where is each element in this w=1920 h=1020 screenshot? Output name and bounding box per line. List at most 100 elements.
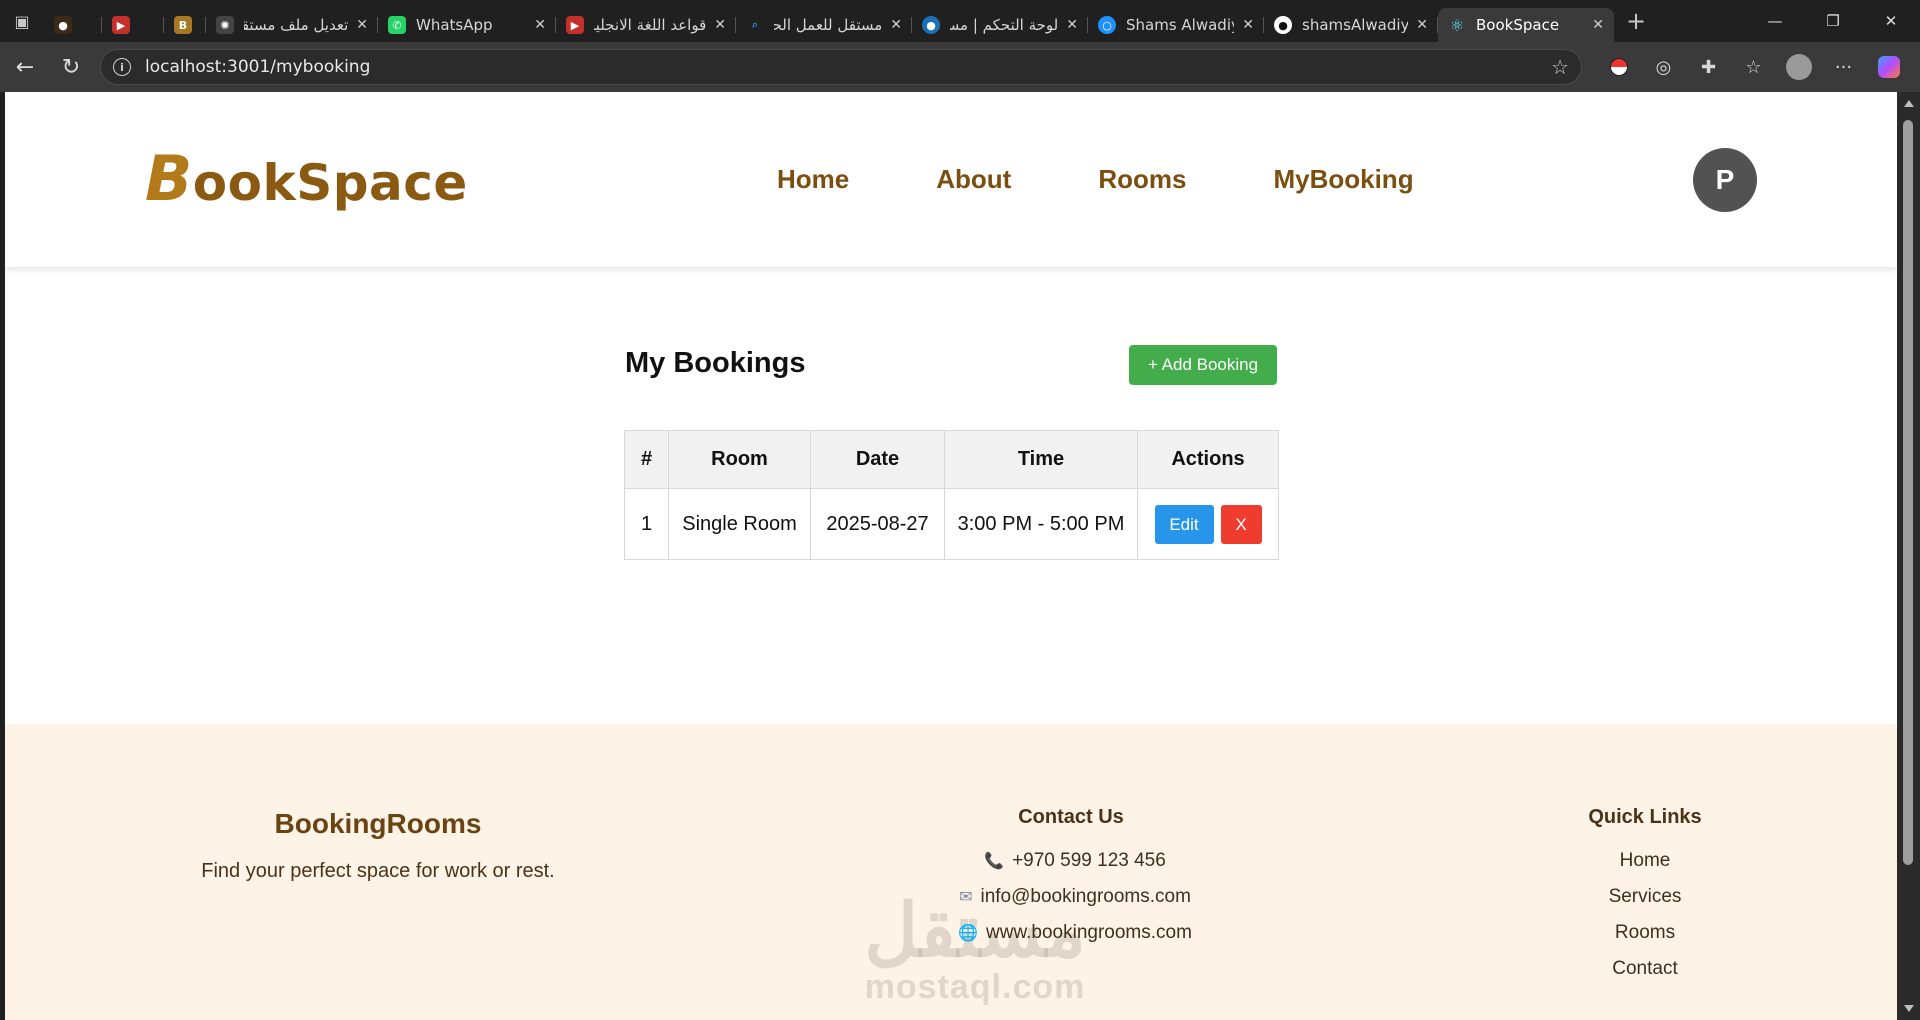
- cell-date: 2025-08-27: [810, 488, 945, 560]
- tab-title: لوحة التحكم | مستقل: [950, 16, 1059, 34]
- delete-booking-button[interactable]: X: [1220, 504, 1262, 544]
- footer-brand: BookingRooms: [274, 808, 482, 839]
- close-icon[interactable]: ✕: [1066, 17, 1078, 33]
- scroll-up-icon[interactable]: [1904, 100, 1914, 107]
- email-text: info@bookingrooms.com: [980, 886, 1191, 907]
- window-controls: — ❐ ✕: [1746, 0, 1920, 42]
- column-header-number: #: [624, 430, 669, 489]
- page-title: My Bookings: [625, 347, 806, 379]
- github-icon: ●: [1274, 16, 1292, 34]
- nav-rooms[interactable]: Rooms: [1098, 164, 1186, 195]
- nav-about[interactable]: About: [936, 164, 1011, 195]
- table-header-row: # Room Date Time Actions: [624, 430, 1279, 489]
- edit-booking-button[interactable]: Edit: [1154, 504, 1214, 544]
- restore-icon[interactable]: ❐: [1804, 0, 1862, 42]
- page-viewport: BookSpace Home About Rooms MyBooking P M…: [5, 92, 1897, 1020]
- url-text: localhost:3001/mybooking: [145, 57, 371, 77]
- site-header: BookSpace Home About Rooms MyBooking P: [5, 92, 1897, 267]
- close-icon[interactable]: ✕: [714, 17, 726, 33]
- footer-tagline: Find your perfect space for work or rest…: [201, 860, 555, 882]
- footer-link-services[interactable]: Services: [1545, 886, 1745, 908]
- bookspace-logo[interactable]: BookSpace: [145, 142, 468, 215]
- table-row: 1 Single Room 2025-08-27 3:00 PM - 5:00 …: [624, 488, 1279, 560]
- back-icon[interactable]: ←: [2, 44, 48, 90]
- info-icon[interactable]: i: [113, 58, 131, 76]
- close-icon[interactable]: ✕: [1416, 17, 1428, 33]
- page-scrollbar[interactable]: [1897, 92, 1920, 1020]
- cell-time: 3:00 PM - 5:00 PM: [944, 488, 1138, 560]
- tab-title: Shams Alwadiya: [1126, 16, 1234, 34]
- pokeball-extension-icon[interactable]: [1596, 44, 1641, 90]
- close-icon[interactable]: ✕: [1592, 17, 1604, 33]
- footer-link-home[interactable]: Home: [1545, 850, 1745, 872]
- tab-5[interactable]: ▶ قواعد اللغة الانجليزية ✕: [556, 8, 736, 42]
- main-nav: Home About Rooms MyBooking: [777, 164, 1501, 195]
- contact-title: Contact Us: [1018, 806, 1124, 828]
- add-booking-button[interactable]: + Add Booking: [1129, 345, 1277, 385]
- profile-icon[interactable]: [1776, 44, 1821, 90]
- email-icon: ✉: [959, 889, 973, 906]
- tab-title: WhatsApp: [416, 16, 493, 34]
- nav-mybooking[interactable]: MyBooking: [1273, 164, 1413, 195]
- tab-7[interactable]: ● لوحة التحكم | مستقل ✕: [912, 8, 1088, 42]
- tab-favicon: B: [174, 16, 192, 34]
- tab-1[interactable]: ▶: [102, 8, 164, 42]
- footer-link-rooms[interactable]: Rooms: [1545, 922, 1745, 944]
- close-icon[interactable]: ✕: [534, 17, 546, 33]
- tab-2[interactable]: B: [164, 8, 206, 42]
- tab-6[interactable]: ⌕ مستقل للعمل الحر ✕: [736, 8, 912, 42]
- close-window-icon[interactable]: ✕: [1862, 0, 1920, 42]
- quick-links-title: Quick Links: [1588, 806, 1702, 828]
- minimize-icon[interactable]: —: [1746, 0, 1804, 42]
- phone-icon: 📞: [984, 853, 1005, 870]
- url-field[interactable]: i localhost:3001/mybooking ☆: [100, 49, 1582, 85]
- watermark-latin: mostaql.com: [864, 968, 1086, 1006]
- tab-3[interactable]: ✺ تعديل ملف مستقل ✕: [206, 8, 378, 42]
- tab-favicon: ●: [54, 16, 72, 34]
- tab-favicon: ●: [922, 16, 940, 34]
- nav-home[interactable]: Home: [777, 164, 849, 195]
- youtube-icon: ▶: [112, 16, 130, 34]
- scroll-down-icon[interactable]: [1904, 1005, 1914, 1012]
- new-tab-icon[interactable]: +: [1614, 0, 1658, 42]
- tab-title: تعديل ملف مستقل: [244, 16, 349, 34]
- target-extension-icon[interactable]: ◎: [1641, 44, 1686, 90]
- more-options-icon[interactable]: ···: [1821, 44, 1866, 90]
- extension-toolbar: ◎ ✚ ☆ ···: [1596, 42, 1911, 92]
- column-header-room: Room: [668, 430, 811, 489]
- address-bar: ← ↻ i localhost:3001/mybooking ☆ ◎ ✚ ☆ ·…: [0, 42, 1920, 92]
- tab-actions-icon[interactable]: ▣: [0, 0, 44, 42]
- youtube-icon: ▶: [566, 16, 584, 34]
- tab-0[interactable]: ●: [44, 8, 102, 42]
- logo-initial: B: [145, 142, 193, 215]
- tab-9[interactable]: ● shamsAlwadiya ✕: [1264, 8, 1438, 42]
- close-icon[interactable]: ✕: [356, 17, 368, 33]
- extensions-puzzle-icon[interactable]: ✚: [1686, 44, 1731, 90]
- bookings-table: # Room Date Time Actions 1 Single Room 2…: [624, 430, 1279, 560]
- contact-email[interactable]: ✉ info@bookingrooms.com: [945, 886, 1205, 908]
- browser-tab-bar: ▣ ● ▶ B ✺ تعديل ملف مستقل ✕ ✆ WhatsApp ✕…: [0, 0, 1920, 42]
- tab-4[interactable]: ✆ WhatsApp ✕: [378, 8, 556, 42]
- copilot-icon[interactable]: [1866, 44, 1911, 90]
- whatsapp-icon: ✆: [388, 16, 406, 34]
- search-icon: ⌕: [751, 18, 759, 31]
- tab-favicon: ○: [1098, 16, 1116, 34]
- site-footer: BookingRooms Find your perfect space for…: [5, 724, 1897, 1020]
- scrollbar-thumb[interactable]: [1903, 120, 1913, 865]
- contact-phone[interactable]: 📞 +970 599 123 456: [945, 850, 1205, 872]
- globe-icon: 🌐: [958, 925, 978, 942]
- logo-text: ookSpace: [192, 154, 468, 212]
- chatgpt-icon: ✺: [216, 16, 234, 34]
- tab-title: مستقل للعمل الحر: [774, 16, 883, 34]
- favorites-icon[interactable]: ☆: [1731, 44, 1776, 90]
- column-header-date: Date: [810, 430, 945, 489]
- close-icon[interactable]: ✕: [1242, 17, 1254, 33]
- refresh-icon[interactable]: ↻: [48, 44, 94, 90]
- favorite-star-icon[interactable]: ☆: [1551, 55, 1569, 79]
- tab-10[interactable]: ⚛ BookSpace ✕: [1438, 8, 1614, 42]
- close-icon[interactable]: ✕: [890, 17, 902, 33]
- footer-link-contact[interactable]: Contact: [1545, 958, 1745, 980]
- tab-8[interactable]: ○ Shams Alwadiya ✕: [1088, 8, 1264, 42]
- user-avatar[interactable]: P: [1693, 148, 1757, 212]
- contact-website[interactable]: 🌐 www.bookingrooms.com: [945, 922, 1205, 944]
